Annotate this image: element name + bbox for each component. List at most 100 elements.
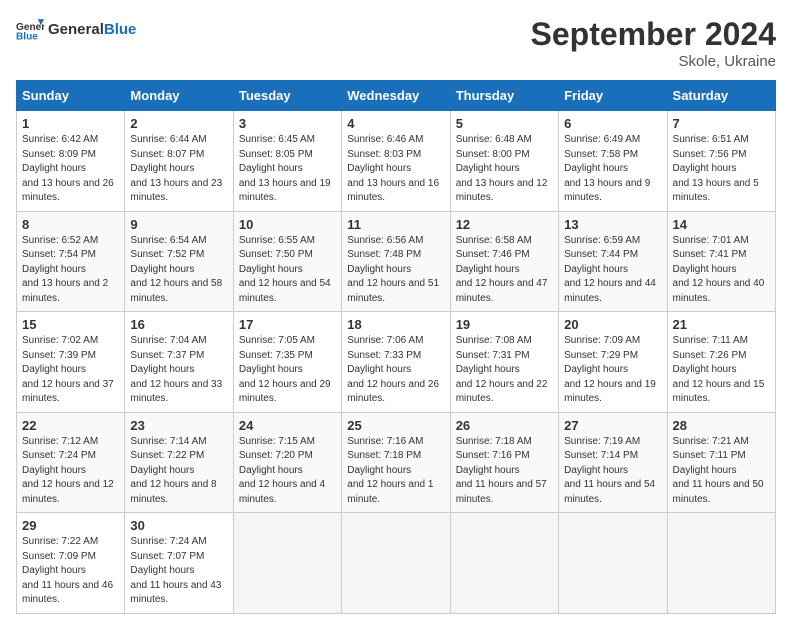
day-number: 7: [673, 116, 770, 131]
calendar-cell: 9 Sunrise: 6:54 AMSunset: 7:52 PMDaylight…: [125, 211, 233, 312]
calendar-cell: [342, 513, 450, 614]
calendar-cell: 2Sunrise: 6:44 AMSunset: 8:07 PMDaylight…: [125, 111, 233, 212]
day-info: Sunrise: 7:01 AMSunset: 7:41 PMDaylight …: [673, 234, 770, 307]
day-info: Sunrise: 6:49 AMSunset: 7:58 PMDaylight …: [564, 133, 661, 206]
day-info: Sunrise: 6:52 AMSunset: 7:54 PMDaylight …: [22, 234, 119, 307]
weekday-header-friday: Friday: [559, 81, 667, 111]
day-number: 30: [130, 518, 227, 533]
calendar-cell: 17 Sunrise: 7:05 AMSunset: 7:35 PMDayligh…: [233, 312, 341, 413]
logo-text: GeneralBlue: [48, 22, 136, 39]
calendar-cell: 16 Sunrise: 7:04 AMSunset: 7:37 PMDayligh…: [125, 312, 233, 413]
calendar-cell: 27 Sunrise: 7:19 AMSunset: 7:14 PMDayligh…: [559, 412, 667, 513]
calendar-cell: 24 Sunrise: 7:15 AMSunset: 7:20 PMDayligh…: [233, 412, 341, 513]
day-number: 22: [22, 418, 119, 433]
day-info: Sunrise: 6:45 AMSunset: 8:05 PMDaylight …: [239, 133, 336, 206]
day-info: Sunrise: 7:12 AMSunset: 7:24 PMDaylight …: [22, 435, 119, 508]
day-info: Sunrise: 7:04 AMSunset: 7:37 PMDaylight …: [130, 334, 227, 407]
day-number: 19: [456, 317, 553, 332]
calendar-cell: 10Sunrise: 6:55 AMSunset: 7:50 PMDayligh…: [233, 211, 341, 312]
day-info: Sunrise: 7:09 AMSunset: 7:29 PMDaylight …: [564, 334, 661, 407]
day-number: 11: [347, 217, 444, 232]
day-number: 27: [564, 418, 661, 433]
title-area: September 2024 Skole, Ukraine: [531, 16, 776, 70]
day-number: 20: [564, 317, 661, 332]
calendar-cell: 13 Sunrise: 6:59 AMSunset: 7:44 PMDayligh…: [559, 211, 667, 312]
day-info: Sunrise: 7:21 AMSunset: 7:11 PMDaylight …: [673, 435, 770, 508]
day-info: Sunrise: 6:51 AMSunset: 7:56 PMDaylight …: [673, 133, 770, 206]
location: Skole, Ukraine: [531, 53, 776, 70]
day-info: Sunrise: 7:06 AMSunset: 7:33 PMDaylight …: [347, 334, 444, 407]
day-number: 10: [239, 217, 336, 232]
weekday-header-monday: Monday: [125, 81, 233, 111]
day-info: Sunrise: 7:16 AMSunset: 7:18 PMDaylight …: [347, 435, 444, 508]
logo-icon: General Blue: [16, 16, 44, 44]
day-info: Sunrise: 7:05 AMSunset: 7:35 PMDaylight …: [239, 334, 336, 407]
calendar-week-row: 8 Sunrise: 6:52 AMSunset: 7:54 PMDaylight…: [17, 211, 776, 312]
calendar-table: SundayMondayTuesdayWednesdayThursdayFrid…: [16, 80, 776, 614]
day-number: 24: [239, 418, 336, 433]
calendar-week-row: 1 Sunrise: 6:42 AMSunset: 8:09 PMDaylight…: [17, 111, 776, 212]
weekday-header-sunday: Sunday: [17, 81, 125, 111]
calendar-cell: 23 Sunrise: 7:14 AMSunset: 7:22 PMDayligh…: [125, 412, 233, 513]
day-number: 9: [130, 217, 227, 232]
day-number: 1: [22, 116, 119, 131]
calendar-cell: 12 Sunrise: 6:58 AMSunset: 7:46 PMDayligh…: [450, 211, 558, 312]
calendar-cell: 26 Sunrise: 7:18 AMSunset: 7:16 PMDayligh…: [450, 412, 558, 513]
day-info: Sunrise: 7:19 AMSunset: 7:14 PMDaylight …: [564, 435, 661, 508]
day-number: 8: [22, 217, 119, 232]
day-info: Sunrise: 6:58 AMSunset: 7:46 PMDaylight …: [456, 234, 553, 307]
day-number: 3: [239, 116, 336, 131]
day-number: 28: [673, 418, 770, 433]
calendar-cell: 1 Sunrise: 6:42 AMSunset: 8:09 PMDaylight…: [17, 111, 125, 212]
day-info: Sunrise: 7:15 AMSunset: 7:20 PMDaylight …: [239, 435, 336, 508]
day-number: 13: [564, 217, 661, 232]
day-number: 2: [130, 116, 227, 131]
calendar-cell: 30 Sunrise: 7:24 AMSunset: 7:07 PMDayligh…: [125, 513, 233, 614]
day-number: 4: [347, 116, 444, 131]
page-header: General Blue GeneralBlue September 2024 …: [16, 16, 776, 70]
day-info: Sunrise: 7:08 AMSunset: 7:31 PMDaylight …: [456, 334, 553, 407]
day-number: 15: [22, 317, 119, 332]
day-number: 5: [456, 116, 553, 131]
day-info: Sunrise: 7:14 AMSunset: 7:22 PMDaylight …: [130, 435, 227, 508]
day-number: 14: [673, 217, 770, 232]
day-number: 17: [239, 317, 336, 332]
calendar-cell: [233, 513, 341, 614]
day-number: 16: [130, 317, 227, 332]
day-info: Sunrise: 6:46 AMSunset: 8:03 PMDaylight …: [347, 133, 444, 206]
calendar-cell: 7 Sunrise: 6:51 AMSunset: 7:56 PMDaylight…: [667, 111, 775, 212]
day-info: Sunrise: 7:24 AMSunset: 7:07 PMDaylight …: [130, 535, 227, 608]
weekday-header-saturday: Saturday: [667, 81, 775, 111]
day-number: 12: [456, 217, 553, 232]
weekday-header-tuesday: Tuesday: [233, 81, 341, 111]
day-info: Sunrise: 7:18 AMSunset: 7:16 PMDaylight …: [456, 435, 553, 508]
logo: General Blue GeneralBlue: [16, 16, 136, 44]
calendar-cell: [667, 513, 775, 614]
calendar-cell: 5 Sunrise: 6:48 AMSunset: 8:00 PMDaylight…: [450, 111, 558, 212]
day-info: Sunrise: 7:02 AMSunset: 7:39 PMDaylight …: [22, 334, 119, 407]
day-info: Sunrise: 6:54 AMSunset: 7:52 PMDaylight …: [130, 234, 227, 307]
calendar-cell: 29Sunrise: 7:22 AMSunset: 7:09 PMDayligh…: [17, 513, 125, 614]
calendar-cell: 4 Sunrise: 6:46 AMSunset: 8:03 PMDaylight…: [342, 111, 450, 212]
calendar-cell: 11Sunrise: 6:56 AMSunset: 7:48 PMDayligh…: [342, 211, 450, 312]
day-number: 6: [564, 116, 661, 131]
calendar-cell: 18 Sunrise: 7:06 AMSunset: 7:33 PMDayligh…: [342, 312, 450, 413]
day-number: 18: [347, 317, 444, 332]
calendar-cell: 3 Sunrise: 6:45 AMSunset: 8:05 PMDaylight…: [233, 111, 341, 212]
calendar-cell: 28 Sunrise: 7:21 AMSunset: 7:11 PMDayligh…: [667, 412, 775, 513]
day-info: Sunrise: 6:48 AMSunset: 8:00 PMDaylight …: [456, 133, 553, 206]
month-title: September 2024: [531, 16, 776, 53]
day-number: 26: [456, 418, 553, 433]
weekday-header-wednesday: Wednesday: [342, 81, 450, 111]
calendar-cell: 19 Sunrise: 7:08 AMSunset: 7:31 PMDayligh…: [450, 312, 558, 413]
day-info: Sunrise: 6:42 AMSunset: 8:09 PMDaylight …: [22, 133, 119, 206]
calendar-cell: 25 Sunrise: 7:16 AMSunset: 7:18 PMDayligh…: [342, 412, 450, 513]
calendar-cell: 15 Sunrise: 7:02 AMSunset: 7:39 PMDayligh…: [17, 312, 125, 413]
day-info: Sunrise: 6:59 AMSunset: 7:44 PMDaylight …: [564, 234, 661, 307]
day-number: 25: [347, 418, 444, 433]
day-info: Sunrise: 7:22 AMSunset: 7:09 PMDaylight …: [22, 535, 119, 608]
calendar-cell: 6 Sunrise: 6:49 AMSunset: 7:58 PMDaylight…: [559, 111, 667, 212]
calendar-cell: 21Sunrise: 7:11 AMSunset: 7:26 PMDayligh…: [667, 312, 775, 413]
weekday-header-row: SundayMondayTuesdayWednesdayThursdayFrid…: [17, 81, 776, 111]
day-number: 23: [130, 418, 227, 433]
